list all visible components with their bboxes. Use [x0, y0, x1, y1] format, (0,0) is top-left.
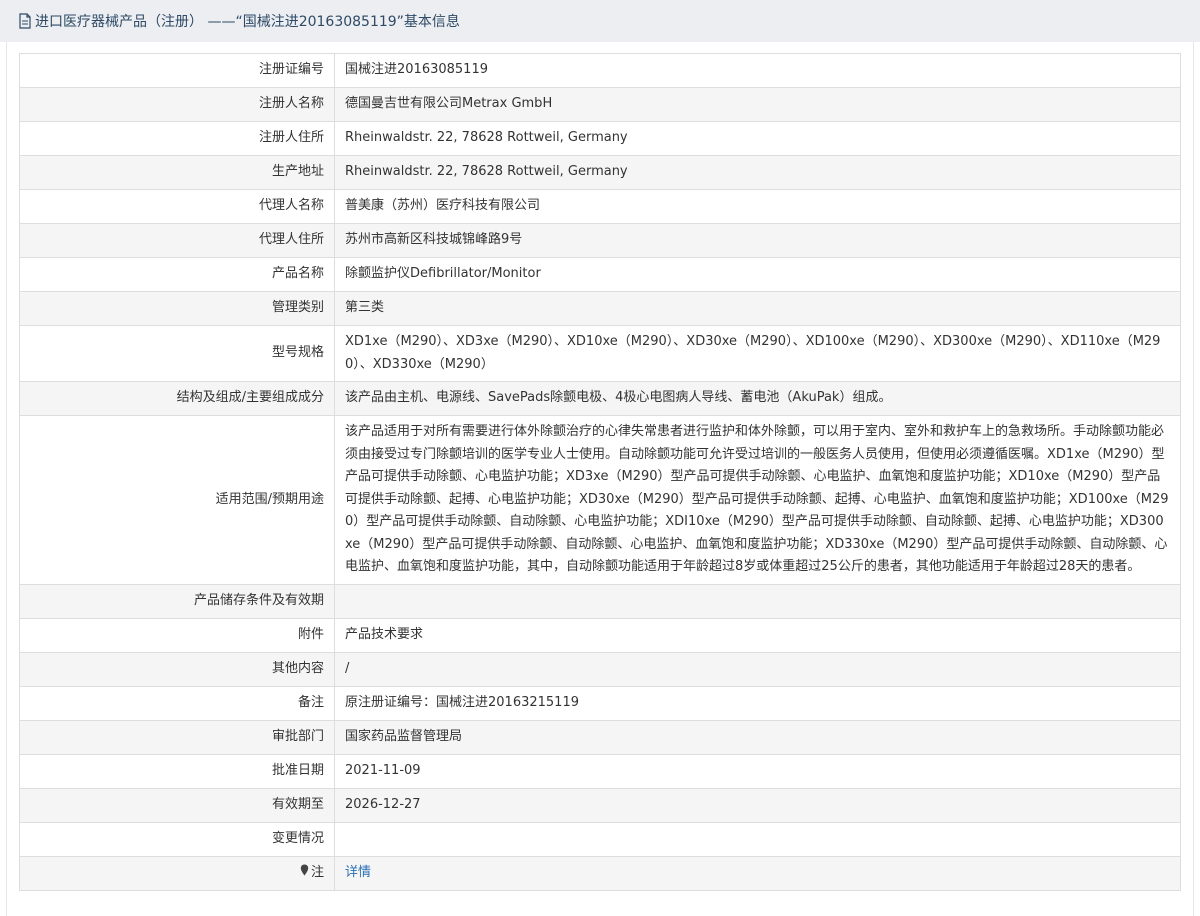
- row-label: 生产地址: [19, 155, 335, 190]
- table-row: 结构及组成/主要组成成分 该产品由主机、电源线、SavePads除颤电极、4极心电…: [19, 381, 1181, 416]
- table-row: 注册证编号 国械注进20163085119: [19, 53, 1181, 88]
- row-label: 有效期至: [19, 787, 335, 823]
- table-row: 变更情况: [19, 821, 1181, 857]
- table-row-note: 注 详情: [19, 855, 1181, 891]
- row-label-note: 注: [19, 855, 335, 891]
- row-label: 代理人名称: [19, 189, 335, 224]
- table-row: 代理人名称 普美康（苏州）医疗科技有限公司: [19, 189, 1181, 224]
- row-label: 型号规格: [19, 325, 335, 382]
- table-row: 型号规格 XD1xe（M290）、XD3xe（M290）、XD10xe（M290）…: [19, 325, 1181, 382]
- row-label: 产品储存条件及有效期: [19, 583, 335, 619]
- row-value: 产品技术要求: [334, 617, 1181, 653]
- table-row: 审批部门 国家药品监督管理局: [19, 719, 1181, 755]
- note-label: 注: [310, 864, 324, 880]
- row-value: 2026-12-27: [334, 787, 1181, 823]
- row-label: 产品名称: [19, 257, 335, 292]
- row-value: 德国曼吉世有限公司Metrax GmbH: [334, 87, 1181, 122]
- table-row: 注册人住所 Rheinwaldstr. 22, 78628 Rottweil, G…: [19, 121, 1181, 156]
- row-label: 结构及组成/主要组成成分: [19, 381, 335, 416]
- document-icon: [18, 13, 32, 29]
- info-table: 注册证编号 国械注进20163085119 注册人名称 德国曼吉世有限公司Metrax…: [19, 53, 1181, 891]
- table-row: 批准日期 2021-11-09: [19, 753, 1181, 789]
- details-link[interactable]: 详情: [345, 865, 371, 880]
- row-value: 该产品由主机、电源线、SavePads除颤电极、4极心电图病人导线、蓄电池（Ak…: [334, 381, 1181, 416]
- table-row: 备注 原注册证编号：国械注进20163215119: [19, 685, 1181, 721]
- row-label: 备注: [19, 685, 335, 721]
- row-label: 变更情况: [19, 821, 335, 857]
- row-label: 注册人名称: [19, 87, 335, 122]
- map-pin-icon: [300, 862, 309, 885]
- row-label: 批准日期: [19, 753, 335, 789]
- row-label: 适用范围/预期用途: [19, 415, 335, 585]
- row-value: 2021-11-09: [334, 753, 1181, 789]
- row-value: 普美康（苏州）医疗科技有限公司: [334, 189, 1181, 224]
- row-value: 该产品适用于对所有需要进行体外除颤治疗的心律失常患者进行监护和体外除颤，可以用于…: [334, 415, 1181, 585]
- table-row: 注册人名称 德国曼吉世有限公司Metrax GmbH: [19, 87, 1181, 122]
- page-header: 进口医疗器械产品（注册） ——“国械注进20163085119”基本信息: [0, 0, 1200, 42]
- row-value: 苏州市高新区科技城锦峰路9号: [334, 223, 1181, 258]
- row-value: Rheinwaldstr. 22, 78628 Rottweil, German…: [334, 155, 1181, 190]
- row-value: 国械注进20163085119: [334, 53, 1181, 88]
- row-value-note: 详情: [334, 855, 1181, 891]
- table-row: 其他内容 /: [19, 651, 1181, 687]
- table-row: 适用范围/预期用途 该产品适用于对所有需要进行体外除颤治疗的心律失常患者进行监护和…: [19, 415, 1181, 585]
- row-label: 管理类别: [19, 291, 335, 326]
- row-value: 国家药品监督管理局: [334, 719, 1181, 755]
- table-row: 有效期至 2026-12-27: [19, 787, 1181, 823]
- row-label: 注册证编号: [19, 53, 335, 88]
- row-value: [334, 583, 1181, 619]
- row-value: /: [334, 651, 1181, 687]
- row-label: 代理人住所: [19, 223, 335, 258]
- row-value: 原注册证编号：国械注进20163215119: [334, 685, 1181, 721]
- row-value: 除颤监护仪Defibrillator/Monitor: [334, 257, 1181, 292]
- page-title: 进口医疗器械产品（注册） ——“国械注进20163085119”基本信息: [35, 14, 460, 30]
- table-row: 产品名称 除颤监护仪Defibrillator/Monitor: [19, 257, 1181, 292]
- table-row: 管理类别 第三类: [19, 291, 1181, 326]
- row-label: 附件: [19, 617, 335, 653]
- row-value: XD1xe（M290）、XD3xe（M290）、XD10xe（M290）、XD3…: [334, 325, 1181, 382]
- row-label: 注册人住所: [19, 121, 335, 156]
- row-label: 其他内容: [19, 651, 335, 687]
- table-row: 生产地址 Rheinwaldstr. 22, 78628 Rottweil, Ge…: [19, 155, 1181, 190]
- table-row: 代理人住所 苏州市高新区科技城锦峰路9号: [19, 223, 1181, 258]
- table-row: 附件 产品技术要求: [19, 617, 1181, 653]
- row-label: 审批部门: [19, 719, 335, 755]
- table-row: 产品储存条件及有效期: [19, 583, 1181, 619]
- row-value: Rheinwaldstr. 22, 78628 Rottweil, German…: [334, 121, 1181, 156]
- row-value: 第三类: [334, 291, 1181, 326]
- row-value: [334, 821, 1181, 857]
